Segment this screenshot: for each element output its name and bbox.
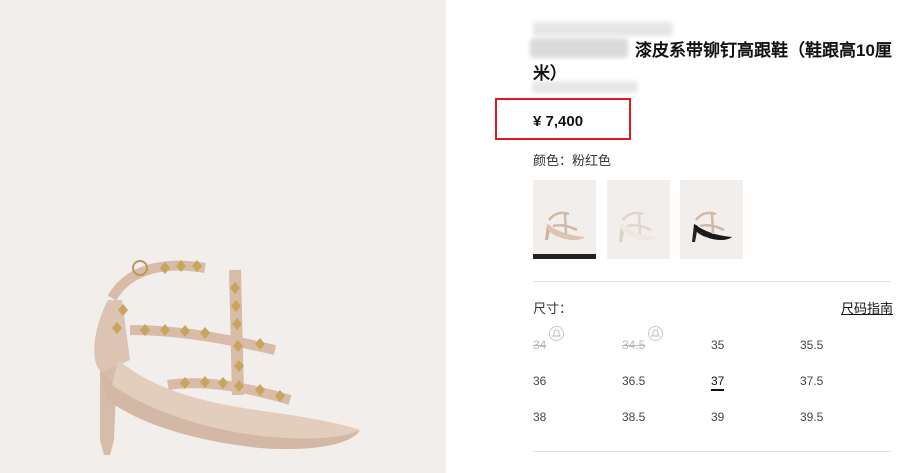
size-option-35[interactable]: 35 (711, 338, 724, 352)
product-title: 漆皮系带铆钉高跟鞋（鞋跟高10厘米） (533, 41, 892, 83)
color-label: 颜色：粉红色 (533, 153, 612, 168)
color-swatch-ivory[interactable] (607, 180, 670, 259)
color-swatch-nude[interactable] (533, 180, 596, 259)
size-option-34-5[interactable]: 34.5 (622, 338, 645, 352)
size-option-34[interactable]: 34 (533, 338, 546, 352)
size-option-36-5[interactable]: 36.5 (622, 374, 645, 388)
blurred-brand-text (533, 22, 673, 36)
shoe-thumbnail-ivory (619, 211, 659, 242)
section-divider (533, 451, 891, 452)
size-option-37-5[interactable]: 37.5 (800, 374, 823, 388)
color-swatch-black[interactable] (680, 180, 743, 259)
size-option-36[interactable]: 36 (533, 374, 546, 388)
bell-icon[interactable] (549, 326, 564, 341)
size-option-37[interactable]: 37 (711, 374, 725, 391)
size-label: 尺寸： (533, 301, 573, 316)
product-image-panel (0, 0, 446, 473)
size-option-39-5[interactable]: 39.5 (800, 410, 823, 424)
size-option-38[interactable]: 38 (533, 410, 546, 424)
section-divider (533, 281, 891, 282)
bell-icon[interactable] (648, 326, 663, 341)
size-option-39[interactable]: 39 (711, 410, 724, 424)
shoe-thumbnail-nude (545, 211, 585, 240)
size-guide-link[interactable]: 尺码指南 (841, 298, 893, 317)
product-shoe-image (94, 260, 360, 455)
size-option-38-5[interactable]: 38.5 (622, 410, 645, 424)
product-price: ¥ 7,400 (533, 113, 584, 130)
size-option-35-5[interactable]: 35.5 (800, 338, 823, 352)
shoe-thumbnail-black (692, 211, 732, 242)
